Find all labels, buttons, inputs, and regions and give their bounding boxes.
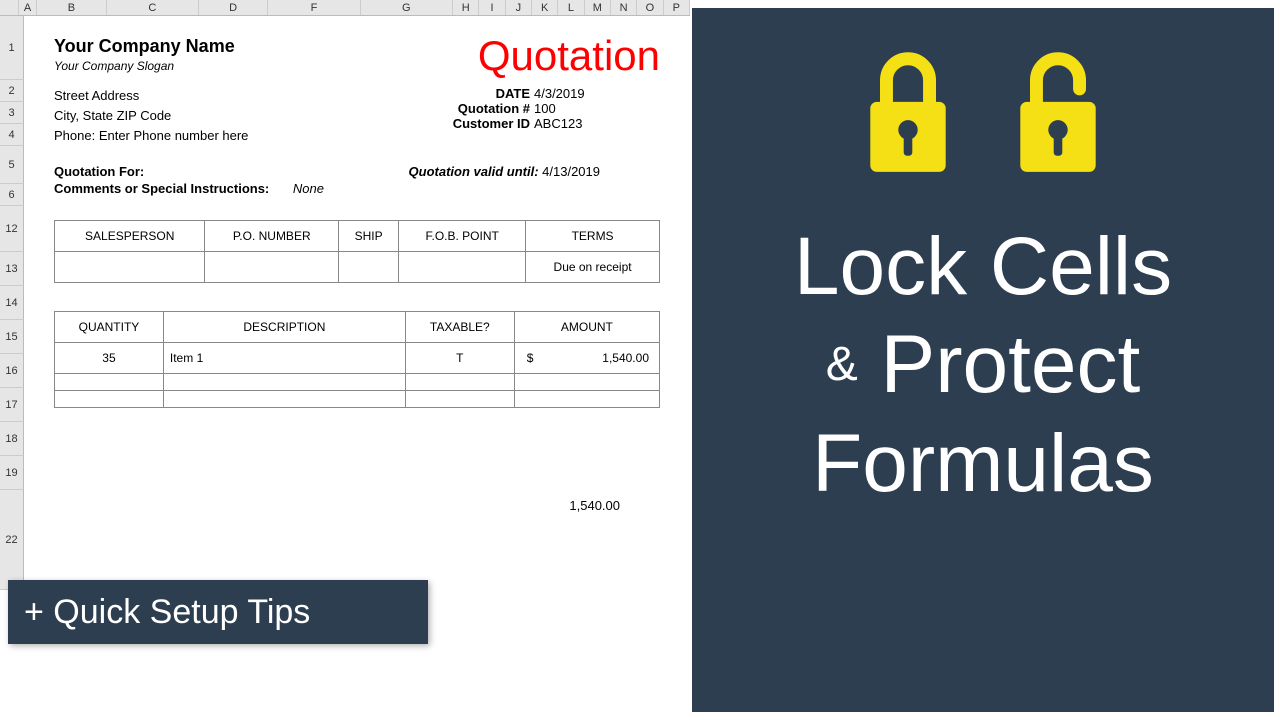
column-header[interactable]: O xyxy=(637,0,663,15)
comments-value: None xyxy=(293,181,324,196)
street-address: Street Address xyxy=(54,86,248,106)
column-header[interactable]: I xyxy=(479,0,505,15)
title-panel: Lock Cells & Protect Formulas xyxy=(692,8,1274,712)
column-header[interactable]: F xyxy=(268,0,360,15)
taxable-cell[interactable]: T xyxy=(405,343,514,374)
desc-cell[interactable]: Item 1 xyxy=(163,343,405,374)
column-header[interactable]: A xyxy=(19,0,38,15)
table-cell[interactable] xyxy=(338,252,398,283)
panel-line-3: Formulas xyxy=(692,415,1274,513)
column-header[interactable]: N xyxy=(611,0,637,15)
column-header[interactable]: D xyxy=(199,0,268,15)
comments-label: Comments or Special Instructions: xyxy=(54,181,269,196)
line-items-table: QUANTITYDESCRIPTIONTAXABLE?AMOUNT 35Item… xyxy=(54,311,660,408)
row-header[interactable]: 1 xyxy=(0,16,24,80)
row-header[interactable]: 17 xyxy=(0,388,24,422)
subtotal-value: 1,540.00 xyxy=(54,498,660,513)
panel-line-2: Protect xyxy=(881,319,1141,410)
date-label: DATE xyxy=(420,86,530,101)
qty-cell[interactable] xyxy=(55,391,164,408)
row-header[interactable]: 18 xyxy=(0,422,24,456)
column-header[interactable]: K xyxy=(532,0,558,15)
row-header[interactable]: 12 xyxy=(0,206,24,252)
desc-cell[interactable] xyxy=(163,391,405,408)
phone: Phone: Enter Phone number here xyxy=(54,126,248,146)
column-header[interactable]: P xyxy=(664,0,690,15)
table-header: SALESPERSON xyxy=(55,221,205,252)
row-header[interactable]: 6 xyxy=(0,184,24,206)
row-header[interactable]: 2 xyxy=(0,80,24,102)
row-header[interactable]: 3 xyxy=(0,102,24,124)
row-header[interactable]: 13 xyxy=(0,252,24,286)
quote-valid-label: Quotation valid until: xyxy=(409,164,539,179)
table-header: SHIP xyxy=(338,221,398,252)
column-header[interactable]: L xyxy=(558,0,584,15)
table-header: AMOUNT xyxy=(514,312,659,343)
table-header: P.O. NUMBER xyxy=(205,221,338,252)
desc-cell[interactable] xyxy=(163,374,405,391)
amount-cell[interactable] xyxy=(514,374,659,391)
table-header: TAXABLE? xyxy=(405,312,514,343)
table-cell[interactable] xyxy=(399,252,526,283)
taxable-cell[interactable] xyxy=(405,391,514,408)
table-header: DESCRIPTION xyxy=(163,312,405,343)
amount-cell[interactable]: $1,540.00 xyxy=(514,343,659,374)
row-header[interactable]: 5 xyxy=(0,146,24,184)
company-slogan: Your Company Slogan xyxy=(54,59,235,73)
row-header[interactable]: 15 xyxy=(0,320,24,354)
quotation-num-label: Quotation # xyxy=(420,101,530,116)
lock-open-icon xyxy=(1003,48,1113,188)
customer-id-value: ABC123 xyxy=(530,116,600,131)
tips-banner-text: + Quick Setup Tips xyxy=(24,593,310,632)
panel-line-1: Lock Cells xyxy=(692,218,1274,316)
column-header[interactable]: H xyxy=(453,0,479,15)
date-value: 4/3/2019 xyxy=(530,86,600,101)
quotation-for-label: Quotation For: xyxy=(54,164,144,179)
table-header: QUANTITY xyxy=(55,312,164,343)
document-title: Quotation xyxy=(478,32,660,80)
qty-cell[interactable]: 35 xyxy=(55,343,164,374)
table-cell[interactable] xyxy=(55,252,205,283)
quotation-document: Your Company Name Your Company Slogan Qu… xyxy=(24,16,690,513)
row-header[interactable]: 22 xyxy=(0,490,24,590)
table-header: F.O.B. POINT xyxy=(399,221,526,252)
column-header[interactable]: B xyxy=(37,0,106,15)
table-cell[interactable]: Due on receipt xyxy=(526,252,660,283)
panel-ampersand: & xyxy=(826,338,858,391)
column-header[interactable]: C xyxy=(107,0,199,15)
taxable-cell[interactable] xyxy=(405,374,514,391)
qty-cell[interactable] xyxy=(55,374,164,391)
quotation-num-value: 100 xyxy=(530,101,600,116)
tips-banner: + Quick Setup Tips xyxy=(8,580,428,644)
row-header[interactable]: 16 xyxy=(0,354,24,388)
table-cell[interactable] xyxy=(205,252,338,283)
sales-info-table: SALESPERSONP.O. NUMBERSHIPF.O.B. POINTTE… xyxy=(54,220,660,283)
row-header[interactable]: 19 xyxy=(0,456,24,490)
column-header[interactable]: G xyxy=(361,0,453,15)
quote-valid-value: 4/13/2019 xyxy=(542,164,600,179)
customer-id-label: Customer ID xyxy=(420,116,530,131)
row-header[interactable]: 14 xyxy=(0,286,24,320)
amount-cell[interactable] xyxy=(514,391,659,408)
column-header[interactable]: M xyxy=(585,0,611,15)
column-header[interactable]: J xyxy=(506,0,532,15)
company-name: Your Company Name xyxy=(54,36,235,57)
table-header: TERMS xyxy=(526,221,660,252)
city-state-zip: City, State ZIP Code xyxy=(54,106,248,126)
lock-closed-icon xyxy=(853,48,963,188)
column-headers: ABCDFGHIJKLMNOP xyxy=(0,0,690,16)
row-headers: 123456121314151617181922 xyxy=(0,16,24,590)
row-header[interactable]: 4 xyxy=(0,124,24,146)
